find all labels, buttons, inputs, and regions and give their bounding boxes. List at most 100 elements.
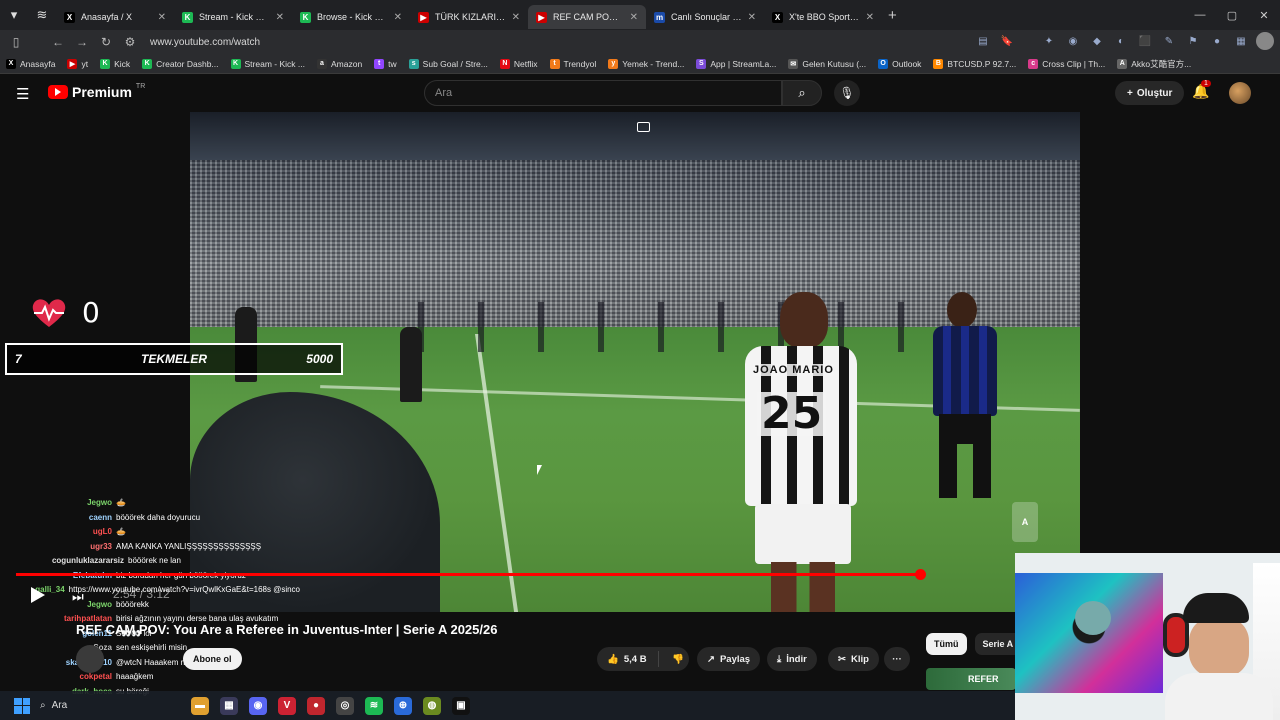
- miniplayer-icon[interactable]: [637, 122, 650, 132]
- notifications-bell-icon[interactable]: 🔔 1: [1192, 80, 1211, 100]
- profile-avatar[interactable]: [1256, 32, 1274, 50]
- bookmark-icon[interactable]: 🔖: [998, 32, 1016, 50]
- app-icon[interactable]: ⊕: [394, 696, 412, 715]
- extensions-menu-icon[interactable]: ▦: [1232, 32, 1250, 50]
- browser-tab[interactable]: ▶ TÜRK KIZLARI KEKO MU SE ✕: [410, 5, 528, 29]
- new-tab-button[interactable]: +: [888, 7, 897, 24]
- bookmark-item[interactable]: S App | StreamLa...: [696, 58, 776, 69]
- maximize-button[interactable]: ▢: [1216, 0, 1248, 30]
- clip-button[interactable]: ✂ Klip: [828, 647, 879, 671]
- chat-username[interactable]: ugL0: [0, 525, 112, 540]
- chat-username[interactable]: Jegwo: [0, 598, 112, 613]
- close-tab-icon[interactable]: ✕: [512, 12, 520, 23]
- close-tab-icon[interactable]: ✕: [630, 12, 638, 23]
- download-button[interactable]: ⤓ İndir: [767, 647, 817, 671]
- bookmark-label: Gelen Kutusu (...: [802, 58, 867, 69]
- share-button[interactable]: ↗ Paylaş: [697, 647, 761, 671]
- extension-icon[interactable]: ◉: [1064, 32, 1082, 50]
- dislike-button[interactable]: 👎: [664, 654, 684, 665]
- browser-tab[interactable]: m Canlı Sonuçlar - İddaa Son ✕: [646, 5, 764, 29]
- windows-start-icon[interactable]: [14, 697, 30, 714]
- discord-icon[interactable]: ◉: [249, 696, 267, 715]
- next-video-icon[interactable]: ⏭: [72, 589, 84, 605]
- bookmark-item[interactable]: K Stream - Kick ...: [230, 58, 305, 69]
- youtube-premium-logo[interactable]: Premium TR: [48, 83, 145, 100]
- chat-username[interactable]: ugr33: [0, 540, 112, 555]
- subscribe-button[interactable]: Abone ol: [183, 648, 242, 670]
- bookmark-item[interactable]: B BTCUSD.P 92.7...: [933, 58, 1016, 69]
- browser-tab[interactable]: X Anasayfa / X ✕: [56, 5, 174, 29]
- create-button[interactable]: + Oluştur: [1115, 81, 1185, 105]
- filter-chip[interactable]: Tümü: [926, 633, 967, 655]
- spotify-icon[interactable]: ≋: [365, 696, 383, 715]
- bookmark-item[interactable]: K Creator Dashb...: [142, 58, 219, 69]
- search-input[interactable]: Ara: [424, 80, 782, 106]
- chat-username[interactable]: cokpetal: [0, 670, 112, 685]
- bookmark-item[interactable]: t tw: [374, 58, 397, 69]
- video-progress-bar[interactable]: [16, 569, 926, 580]
- search-button[interactable]: ⌕: [782, 80, 822, 106]
- bookmark-item[interactable]: c Cross Clip | Th...: [1028, 58, 1105, 69]
- taskbar-search[interactable]: ⌕ Ara: [40, 700, 180, 711]
- chat-username[interactable]: cogunluklazararsiz: [0, 554, 124, 569]
- tab-group-icon[interactable]: ≋: [28, 7, 56, 23]
- related-video-thumbnail[interactable]: REFER: [926, 668, 1016, 690]
- progress-knob[interactable]: [915, 569, 926, 580]
- like-dislike-group: 👍 5,4 B 👎: [597, 647, 689, 671]
- minimize-button[interactable]: —: [1184, 0, 1216, 30]
- channel-avatar[interactable]: [76, 645, 104, 673]
- reader-icon[interactable]: ▤: [974, 32, 992, 50]
- close-tab-icon[interactable]: ✕: [158, 12, 166, 23]
- close-tab-icon[interactable]: ✕: [748, 12, 756, 23]
- bookmark-item[interactable]: a Amazon: [316, 58, 362, 69]
- bookmark-item[interactable]: A Akko艾酷官方...: [1117, 58, 1191, 70]
- extension-icon[interactable]: ◆: [1088, 32, 1106, 50]
- sidebar-toggle-icon[interactable]: ▯: [4, 35, 28, 49]
- vivaldi-icon[interactable]: V: [278, 696, 296, 715]
- bookmark-item[interactable]: K Kick: [100, 58, 130, 69]
- browser-tab[interactable]: X X'te BBO Sports: "Fenerbah ✕: [764, 5, 882, 29]
- bookmark-item[interactable]: O Outlook: [878, 58, 921, 69]
- voice-search-icon[interactable]: 🎙: [834, 80, 860, 106]
- bookmark-item[interactable]: y Yemek - Trend...: [608, 58, 684, 69]
- reload-button[interactable]: ↻: [94, 35, 118, 49]
- site-settings-icon[interactable]: ⚙: [118, 35, 142, 49]
- bookmark-item[interactable]: t Trendyol: [549, 58, 596, 69]
- extension-icons: ▤ 🔖 ✦ ◉ ◆ ◐ ⬛ ✎ ⚑ ● ▦: [974, 32, 1274, 50]
- back-button[interactable]: ←: [46, 35, 70, 49]
- more-actions-button[interactable]: ···: [884, 647, 910, 671]
- file-explorer-icon[interactable]: ▬: [191, 696, 209, 715]
- app-icon[interactable]: ●: [307, 696, 325, 715]
- obs-icon[interactable]: ◎: [336, 696, 354, 715]
- app-icon[interactable]: ◍: [423, 696, 441, 715]
- like-button[interactable]: 👍 5,4 B: [597, 651, 659, 667]
- extension-icon[interactable]: ✦: [1040, 32, 1058, 50]
- extension-icon[interactable]: ⚑: [1184, 32, 1202, 50]
- account-avatar[interactable]: [1229, 82, 1251, 104]
- browser-tab[interactable]: K Browse - Kick Streaming ✕: [292, 5, 410, 29]
- browser-tab[interactable]: ▶ REF CAM POV: You Are a Re ✕: [528, 5, 646, 29]
- url-field[interactable]: www.youtube.com/watch: [150, 37, 260, 48]
- bookmark-item[interactable]: ✉ Gelen Kutusu (...: [788, 58, 867, 69]
- browser-tab[interactable]: K Stream - Kick Dashboard ✕: [174, 5, 292, 29]
- bookmark-item[interactable]: s Sub Goal / Stre...: [408, 58, 488, 69]
- extension-icon[interactable]: ✎: [1160, 32, 1178, 50]
- hamburger-menu-icon[interactable]: ☰: [16, 85, 29, 103]
- bookmark-item[interactable]: X Anasayfa: [6, 58, 55, 69]
- forward-button[interactable]: →: [70, 35, 94, 49]
- close-tab-icon[interactable]: ✕: [276, 12, 284, 23]
- bookmark-item[interactable]: ▶ yt: [67, 58, 88, 69]
- close-tab-icon[interactable]: ✕: [866, 12, 874, 23]
- close-window-button[interactable]: ✕: [1248, 0, 1280, 30]
- play-button[interactable]: [31, 587, 45, 603]
- extension-icon[interactable]: ⬛: [1136, 32, 1154, 50]
- bookmark-item[interactable]: N Netflix: [499, 58, 538, 69]
- extension-icon[interactable]: ●: [1208, 32, 1226, 50]
- chat-username[interactable]: Jegwo: [0, 496, 112, 511]
- extension-icon[interactable]: ◐: [1112, 32, 1130, 50]
- app-icon[interactable]: ▣: [452, 696, 470, 715]
- browser-menu-icon[interactable]: ▾: [0, 7, 28, 23]
- close-tab-icon[interactable]: ✕: [394, 12, 402, 23]
- store-icon[interactable]: ▦: [220, 696, 238, 715]
- chat-username[interactable]: caenn: [0, 511, 112, 526]
